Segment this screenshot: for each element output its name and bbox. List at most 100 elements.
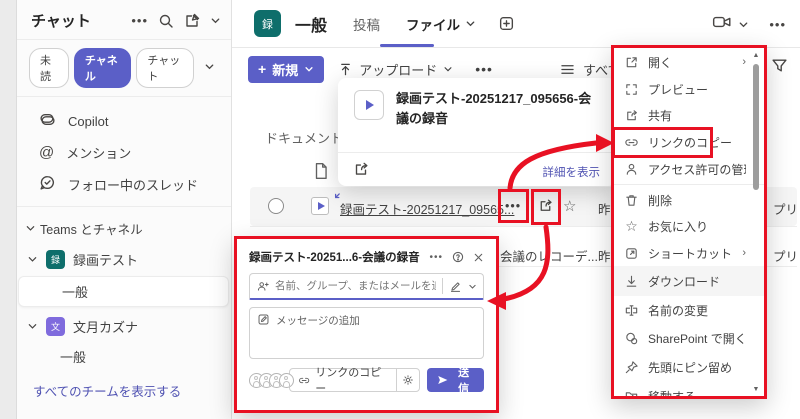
add-tab-icon[interactable] [498, 15, 515, 32]
trash-icon [624, 193, 639, 208]
chevron-down-icon[interactable] [738, 19, 749, 30]
message-box[interactable]: メッセージの追加 [249, 307, 484, 359]
open-icon [624, 55, 639, 70]
channel-ippan[interactable]: 一般 [17, 342, 231, 371]
menu-item-share[interactable]: 共有 [614, 102, 764, 128]
send-button[interactable]: 送信 [427, 368, 484, 392]
channel-ippan-selected[interactable]: 一般 [18, 276, 229, 307]
scroll-down-icon[interactable]: ▼ [751, 386, 761, 393]
share-dialog-title: 録画テスト-20251...6-会議の録音.m... [249, 249, 420, 265]
copy-link-button[interactable]: リンクのコピー [290, 364, 396, 396]
row2-modified-text: 昨 [598, 246, 611, 265]
menu-item-preview[interactable]: プレビュー [614, 76, 764, 102]
chevron-down-icon[interactable] [468, 282, 477, 291]
menu-item-download[interactable]: ダウンロード [614, 266, 764, 296]
new-button-label: 新規 [272, 60, 298, 79]
menu-scrollbar[interactable]: ▲ ▼ [751, 50, 761, 394]
filter-funnel-icon[interactable] [771, 58, 788, 78]
file-name-link[interactable]: 録画テスト-20251217_09565... [340, 199, 514, 218]
scroll-up-icon[interactable]: ▲ [751, 52, 761, 59]
more-options-icon[interactable]: ••• [131, 13, 148, 28]
toolbar-more-icon[interactable]: ••• [475, 61, 493, 77]
tab-files-label: ファイル [406, 14, 460, 34]
sidebar-item-mentions[interactable]: @ メンション [17, 137, 231, 168]
filter-unread[interactable]: 未読 [29, 48, 69, 88]
copy-link-button-group: リンクのコピー [289, 368, 420, 392]
row-more-button[interactable]: ••• [505, 199, 521, 213]
link-settings-gear-icon[interactable] [396, 368, 419, 392]
row-select-radio[interactable] [268, 198, 284, 214]
new-button[interactable]: + 新規 [248, 56, 324, 83]
list-view-icon [560, 63, 575, 76]
breadcrumb-label: ドキュメント [265, 128, 343, 147]
team-avatar: 文 [46, 317, 65, 336]
upload-icon [338, 62, 353, 77]
file-type-column-icon[interactable] [313, 162, 329, 185]
filter-channels[interactable]: チャネル [74, 48, 132, 88]
message-placeholder: メッセージの追加 [276, 313, 360, 353]
submenu-chevron-icon: › [742, 56, 746, 68]
teams-section-header[interactable]: Teams とチャネル [17, 211, 231, 244]
active-tab-underline [380, 44, 434, 47]
divider [338, 152, 616, 153]
menu-item-copy-link[interactable]: リンクのコピー [614, 128, 764, 156]
team-avatar: 録 [46, 250, 65, 269]
help-icon[interactable] [452, 251, 464, 263]
menu-item-manage-access[interactable]: アクセス許可の管理 [614, 156, 764, 182]
dialog-more-icon[interactable]: ••• [429, 252, 443, 263]
teams-window: チャット ••• 未読 チャネル チャット [0, 0, 800, 419]
person-icon [256, 280, 269, 293]
tab-files[interactable]: ファイル [406, 14, 476, 34]
star-icon: ☆ [624, 218, 639, 235]
new-chat-icon[interactable] [184, 13, 200, 29]
filters-chevron-icon[interactable] [204, 59, 215, 77]
menu-item-open[interactable]: 開く› [614, 48, 764, 76]
row2-modified-by-text: プリ [773, 246, 798, 265]
menu-item-pin-to-top[interactable]: 先頭にピン留め [614, 353, 764, 382]
show-details-link[interactable]: 詳細を表示 [543, 164, 601, 180]
link-icon [624, 135, 639, 150]
menu-item-move[interactable]: 移動する [614, 382, 764, 399]
row-favorite-star-icon[interactable]: ☆ [563, 197, 576, 215]
close-icon[interactable] [473, 252, 484, 263]
channel-label: 一般 [60, 350, 86, 365]
team-name: 文月カズナ [73, 317, 138, 336]
rename-icon [624, 303, 639, 318]
teams-section-label: Teams とチャネル [40, 219, 143, 238]
header-more-icon[interactable]: ••• [769, 17, 786, 32]
channel-title: 一般 [295, 12, 327, 36]
send-icon [437, 374, 448, 386]
upload-button[interactable]: アップロード [338, 60, 453, 79]
see-all-teams-link[interactable]: すべてのチームを表示する [17, 371, 231, 406]
channel-label: 一般 [62, 285, 88, 300]
file-context-menu: 開く› プレビュー 共有 リンクのコピー アクセス許可の管理 削除 [614, 48, 764, 396]
menu-item-rename[interactable]: 名前の変更 [614, 296, 764, 324]
card-share-icon[interactable] [352, 160, 370, 183]
sidebar-item-copilot[interactable]: Copilot [17, 105, 231, 137]
tab-posts[interactable]: 投稿 [353, 14, 380, 34]
recipient-input[interactable] [275, 280, 436, 292]
search-icon[interactable] [158, 13, 174, 29]
menu-item-open-sharepoint[interactable]: SharePoint で開く [614, 324, 764, 353]
team-rokuga-test[interactable]: 録 録画テスト [17, 244, 231, 275]
sidebar-item-label: Copilot [68, 114, 108, 129]
menu-item-favorite[interactable]: ☆ お気に入り [614, 213, 764, 240]
sidebar-item-followed-threads[interactable]: フォロー中のスレッド [17, 168, 231, 200]
scrollbar-thumb[interactable] [753, 64, 759, 190]
menu-item-add-shortcut[interactable]: ショートカットの追加› [614, 240, 764, 266]
row-share-button[interactable] [537, 197, 554, 217]
file-row2-name[interactable]: 会議のレコーデ... [500, 246, 598, 265]
chat-sidebar: チャット ••• 未読 チャネル チャット [17, 0, 232, 419]
add-message-icon [257, 313, 270, 326]
menu-divider [614, 184, 764, 185]
file-preview-card: 録画テスト-20251217_095656-会 議の録音 詳細を表示 [338, 78, 616, 186]
video-file-icon [311, 197, 329, 215]
team-fuzuki-kazuna[interactable]: 文 文月カズナ [17, 311, 231, 342]
sidebar-item-label: フォロー中のスレッド [68, 175, 198, 194]
meet-camera-icon[interactable] [712, 13, 732, 36]
chevron-down-icon[interactable] [210, 15, 221, 26]
sharepoint-icon [624, 331, 639, 346]
menu-item-delete[interactable]: 削除 [614, 187, 764, 213]
edit-permission-icon[interactable] [449, 280, 462, 293]
filter-chats[interactable]: チャット [136, 48, 194, 88]
